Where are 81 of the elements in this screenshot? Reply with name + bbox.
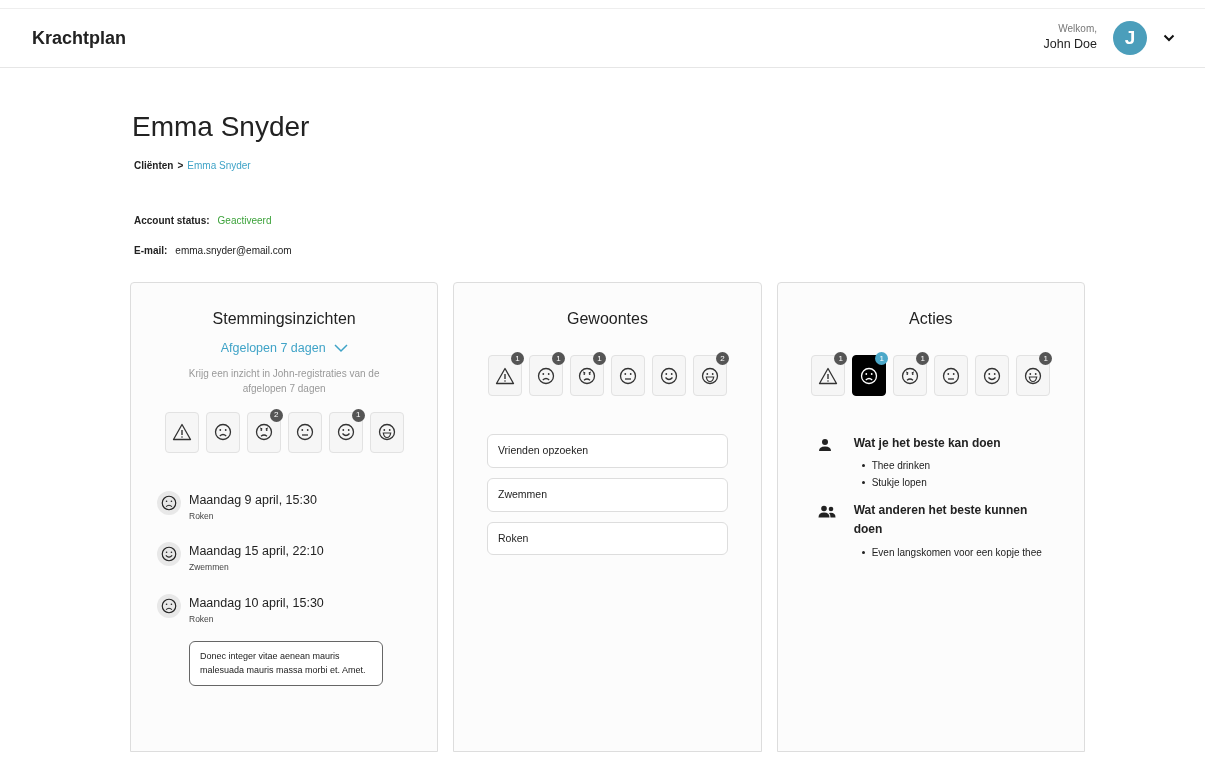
mood-filter-button[interactable] [975,355,1010,396]
laughing-face-icon [700,365,720,386]
panel-title: Gewoontes [566,309,649,329]
count-badge: 1 [875,352,889,365]
habit-item[interactable]: Roken [487,521,728,556]
bullet-icon [861,464,865,468]
entry-title: Maandag 10 april, 15:30 [189,594,325,612]
status-value: Geactiveerd [217,214,272,228]
panel-title: Stemmingsinzichten [211,309,357,329]
count-badge: 2 [269,408,283,422]
mood-filter-button[interactable]: 2 [693,355,727,396]
description-text: Krijg een inzicht in John-registraties van de afgelopen 7 dagen [187,366,381,396]
mood-filter-button[interactable] [611,355,645,396]
field-label: Account status: [134,214,210,228]
sad-face-icon [212,422,233,443]
smiley-face-icon [982,365,1003,386]
list-item-text: Thee drinken [871,459,931,474]
laughing-face-icon [1023,365,1044,386]
warning-icon [495,365,515,386]
mood-filter-button[interactable] [287,411,322,453]
neutral-face-icon [294,422,315,443]
mood-filter-button[interactable] [205,411,240,453]
welcome-text: Welkom, [1057,22,1097,35]
smiley-face-icon [659,365,679,386]
mood-filter-button[interactable]: 1 [529,355,563,396]
count-badge: 1 [834,352,848,365]
entry-activity: Roken [189,509,215,523]
panel-title: Acties [908,309,954,329]
sad-face-icon [536,365,556,386]
entry-title: Maandag 9 april, 15:30 [189,491,317,509]
entry-activity: Roken [189,612,215,626]
mood-filter-button[interactable]: 1 [570,355,604,396]
user-avatar: J [1113,21,1147,55]
chevron-down-icon[interactable] [1163,34,1175,42]
frowning-face-icon [900,365,921,386]
count-badge: 1 [593,352,606,365]
mood-filter-button[interactable]: 1 [328,411,363,453]
bullet-icon [861,481,865,485]
habit-item[interactable]: Zwemmen [487,477,728,512]
app-logo: Krachtplan [32,26,127,50]
laughing-face-icon [376,422,397,443]
breadcrumb-link[interactable]: Cliënten [134,158,174,173]
count-badge: 1 [916,352,930,365]
people-icon [817,505,836,519]
count-badge: 1 [351,408,365,422]
entry-activity: Zwemmen [189,561,230,574]
user-name: John Doe [1043,35,1097,53]
list-item-text: Even langskomen voor een kopje thee [871,545,1042,560]
frowning-face-icon [253,422,274,443]
field-value: emma.snyder@email.com [175,244,292,258]
warning-icon [818,365,839,386]
mood-filter-button[interactable] [369,411,404,453]
section-title: Wat je het beste kan doen [853,435,1002,452]
field-label: E-mail: [134,244,168,258]
mood-filter-button[interactable]: 1 [811,355,846,396]
mood-filter-button[interactable]: 1 [488,355,522,396]
count-badge: 1 [511,352,524,365]
count-badge: 2 [716,352,729,365]
neutral-face-icon [941,365,962,386]
warning-icon [171,422,192,443]
mood-filter-button[interactable] [164,411,199,453]
mood-filter-button[interactable]: 1 [1016,355,1051,396]
person-icon [817,438,832,452]
list-item-text: Stukje lopen [871,476,927,491]
frowning-face-icon [577,365,597,386]
count-badge: 1 [552,352,565,365]
section-title: Wat anderen het beste kunnen doen [853,502,1029,539]
mood-filter-button[interactable] [652,355,686,396]
smiley-face-icon [335,422,356,443]
mood-filter-button[interactable]: 1 [893,355,928,396]
page-title: Emma Snyder [132,110,311,144]
mood-filter-button[interactable] [934,355,969,396]
count-badge: 1 [1039,352,1053,365]
sad-face-icon [859,365,880,386]
bullet-icon [861,550,865,554]
mood-filter-button[interactable]: 2 [246,411,281,453]
breadcrumb-separator: > [177,159,184,173]
entry-title: Maandag 15 april, 22:10 [189,543,324,561]
neutral-face-icon [618,365,638,386]
habit-item[interactable]: Vrienden opzoeken [487,434,728,468]
note-text: Donec integer vitae aenean mauris malesuada mauris massa morbi et. Amet. [189,641,383,687]
